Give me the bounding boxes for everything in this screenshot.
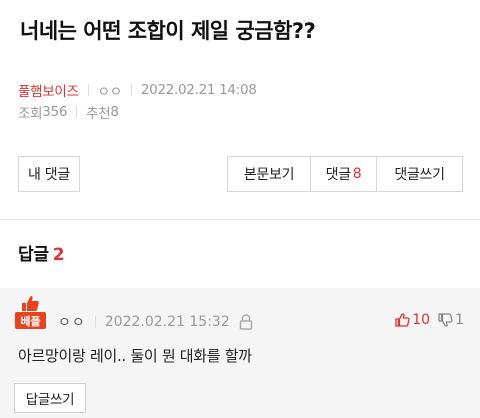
- upvote-button[interactable]: 10: [395, 312, 430, 328]
- comments-count: 8: [352, 166, 362, 182]
- replies-count: 2: [52, 245, 65, 265]
- post-title: 너네는 어떤 조합이 제일 궁금함??: [20, 19, 316, 43]
- write-comment-button[interactable]: 댓글쓰기: [376, 157, 462, 191]
- best-label: 베플: [15, 312, 46, 329]
- section-divider: [0, 219, 480, 220]
- post-action-group: 본문보기 댓글 8 댓글쓰기: [227, 156, 463, 192]
- author-name[interactable]: 풀햄보이즈: [18, 80, 79, 100]
- meta-divider: [94, 316, 96, 328]
- post-datetime: 2022.02.21 14:08: [140, 82, 257, 98]
- best-reply-badge: 베플: [15, 295, 46, 332]
- upvote-count: 10: [412, 312, 431, 328]
- post-stats: 조회 356 추천 8: [18, 102, 119, 122]
- recommend-count: 8: [110, 104, 119, 120]
- reply-votes: 10 1: [395, 312, 464, 328]
- thumbs-up-icon: [22, 296, 39, 311]
- reply-text: 아르망이랑 레이.. 둘이 뭔 대화를 할까: [18, 347, 252, 365]
- thumbs-down-icon: [438, 313, 453, 327]
- downvote-button[interactable]: 1: [438, 312, 464, 328]
- my-comments-button[interactable]: 내 댓글: [18, 156, 80, 192]
- author-tag: ㅇㅇ: [97, 84, 123, 100]
- reply-datetime: 2022.02.21 15:32: [104, 314, 230, 330]
- meta-divider: [130, 84, 132, 96]
- views-count: 356: [42, 104, 68, 120]
- reply-nickname: ㅇㅇ: [58, 315, 86, 331]
- post-meta: 풀햄보이즈 ㅇㅇ 2022.02.21 14:08: [18, 80, 257, 100]
- replies-label: 답글: [18, 245, 49, 265]
- thumbs-up-icon: [395, 313, 410, 327]
- reply-meta: ㅇㅇ 2022.02.21 15:32: [58, 312, 253, 332]
- comments-button[interactable]: 댓글 8: [310, 157, 376, 191]
- comments-label: 댓글: [325, 167, 351, 183]
- views-label: 조회: [18, 106, 43, 122]
- view-body-button[interactable]: 본문보기: [228, 157, 310, 191]
- write-reply-button[interactable]: 답글쓰기: [14, 383, 86, 413]
- replies-heading: 답글 2: [18, 240, 65, 265]
- meta-divider: [76, 106, 78, 118]
- meta-divider: [87, 84, 89, 96]
- recommend-label: 추천: [86, 106, 111, 122]
- downvote-count: 1: [455, 312, 464, 328]
- lock-icon: [239, 314, 253, 330]
